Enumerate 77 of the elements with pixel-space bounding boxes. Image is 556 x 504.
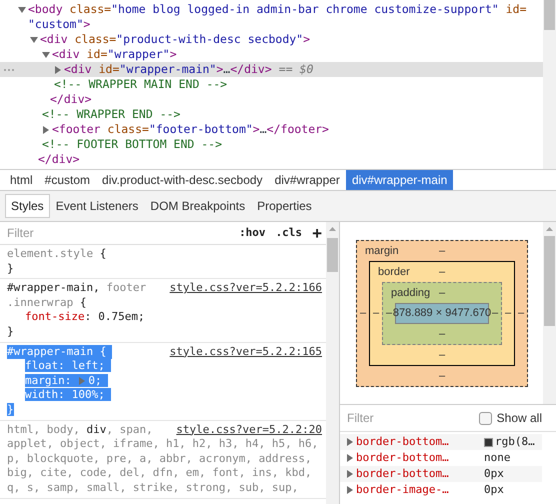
box-value: – bbox=[372, 306, 380, 322]
source-link[interactable]: style.css?ver=5.2.2:166 bbox=[170, 281, 322, 296]
tree-scrollbar[interactable] bbox=[543, 0, 556, 169]
box-value: – bbox=[438, 244, 446, 259]
breadcrumb[interactable]: div.product-with-desc.secbody bbox=[96, 170, 269, 190]
box-label: border bbox=[377, 264, 410, 280]
box-value: – bbox=[438, 368, 446, 384]
box-value: – bbox=[358, 306, 368, 322]
source-link[interactable]: style.css?ver=5.2.2:20 bbox=[176, 422, 322, 438]
box-value: – bbox=[438, 264, 446, 280]
expand-shorthand-icon[interactable] bbox=[78, 376, 86, 385]
css-declaration[interactable]: font-size: 0.75em; bbox=[25, 310, 151, 324]
computed-property-value: 0px bbox=[484, 482, 504, 498]
selected-marker: == $0 bbox=[278, 62, 314, 77]
collapse-arrow-icon[interactable] bbox=[18, 6, 26, 14]
computed-property-name[interactable]: border-bottom… bbox=[356, 434, 484, 450]
new-rule-button[interactable]: + bbox=[308, 224, 326, 242]
styles-filter-field[interactable]: Filter bbox=[0, 224, 236, 242]
color-swatch[interactable] bbox=[484, 438, 493, 446]
closing-tag[interactable]: </div> bbox=[50, 92, 92, 106]
scrollbar-thumb[interactable] bbox=[544, 0, 555, 30]
scroll-up-arrow-icon[interactable] bbox=[546, 227, 553, 231]
source-link[interactable]: style.css?ver=5.2.2:165 bbox=[170, 344, 322, 360]
css-selector-line[interactable]: .innerwrap { bbox=[7, 296, 92, 310]
element-tag[interactable]: <div class="product-with-desc secbody"> bbox=[40, 32, 310, 47]
box-value: – bbox=[438, 326, 446, 342]
element-tag[interactable]: <div id="wrapper"> bbox=[52, 47, 177, 62]
element-tag[interactable]: <div id="wrapper-main">…</div> bbox=[64, 62, 272, 77]
scrollbar-thumb[interactable] bbox=[544, 236, 555, 326]
box-value: – bbox=[516, 306, 526, 322]
closing-brace: } bbox=[7, 262, 14, 275]
html-comment[interactable]: <!-- WRAPPER END --> bbox=[42, 107, 180, 121]
box-label: margin bbox=[364, 244, 399, 259]
box-model-scrollbar[interactable] bbox=[543, 222, 556, 404]
expand-arrow-icon[interactable] bbox=[54, 66, 62, 74]
css-selector-line[interactable]: q, s, samp, small, strike, strong, sub, sup, bbox=[7, 480, 304, 496]
show-all-checkbox[interactable] bbox=[478, 412, 492, 424]
expand-arrow-icon[interactable] bbox=[42, 126, 50, 134]
box-value: – bbox=[438, 286, 446, 301]
breadcrumb[interactable]: html bbox=[4, 170, 39, 190]
box-value: – bbox=[504, 306, 512, 322]
breadcrumb[interactable]: #custom bbox=[38, 170, 96, 190]
box-value: – bbox=[438, 348, 446, 363]
html-comment[interactable]: <!-- FOOTER BOTTOM END --> bbox=[42, 137, 222, 151]
css-selector-line[interactable]: html, body, div, span, bbox=[7, 422, 159, 438]
show-all-label: Show all bbox=[496, 410, 542, 427]
computed-property-name[interactable]: border-image-… bbox=[356, 482, 484, 498]
css-selector-line[interactable]: #wrapper-main, footer bbox=[7, 281, 152, 296]
panel-tab[interactable]: Event Listeners bbox=[50, 194, 144, 218]
css-selector-line[interactable]: element.style { bbox=[7, 247, 112, 262]
panel-tab[interactable]: DOM Breakpoints bbox=[144, 194, 252, 218]
html-comment[interactable]: <!-- WRAPPER MAIN END --> bbox=[54, 77, 228, 91]
closing-brace: } bbox=[7, 324, 14, 338]
element-tag[interactable]: <body class="home blog logged-in admin-bar chrome customize-support" id= "custom"> bbox=[28, 2, 539, 32]
panel-tab[interactable]: Properties bbox=[251, 194, 318, 218]
hover-state-button[interactable]: :hov bbox=[235, 224, 270, 242]
closing-tag[interactable]: </div> bbox=[38, 152, 80, 166]
computed-property-name[interactable]: border-bottom… bbox=[356, 466, 484, 482]
css-selector-line[interactable]: applet, object, iframe, h1, h2, h3, h4, h5, h6, bbox=[7, 437, 324, 452]
box-label: padding bbox=[390, 286, 430, 301]
computed-property-value: none bbox=[484, 450, 510, 466]
box-value: – bbox=[491, 306, 500, 322]
css-selector-line[interactable]: big, cite, code, del, dfn, em, font, ins, kbd, bbox=[7, 466, 318, 481]
panel-tab[interactable]: Styles bbox=[5, 194, 50, 218]
scrollbar-thumb[interactable] bbox=[327, 238, 338, 272]
breadcrumb[interactable]: div#wrapper bbox=[268, 170, 346, 190]
computed-property-value: rgb(8… bbox=[495, 434, 535, 450]
computed-property-value: 0px bbox=[484, 466, 504, 482]
element-tag[interactable]: <footer class="footer-bottom">…</footer> bbox=[52, 122, 329, 137]
computed-filter-field[interactable]: Filter bbox=[340, 409, 479, 427]
breadcrumb[interactable]: div#wrapper-main bbox=[346, 170, 454, 190]
computed-property-name[interactable]: border-bottom… bbox=[356, 450, 484, 466]
closing-brace: } bbox=[7, 402, 14, 416]
class-toggle-button[interactable]: .cls bbox=[270, 224, 308, 242]
scroll-up-arrow-icon[interactable] bbox=[329, 227, 336, 231]
css-selector-line[interactable]: p, blockquote, pre, a, abbr, acronym, address, bbox=[7, 452, 318, 466]
styles-scrollbar[interactable] bbox=[326, 222, 339, 504]
